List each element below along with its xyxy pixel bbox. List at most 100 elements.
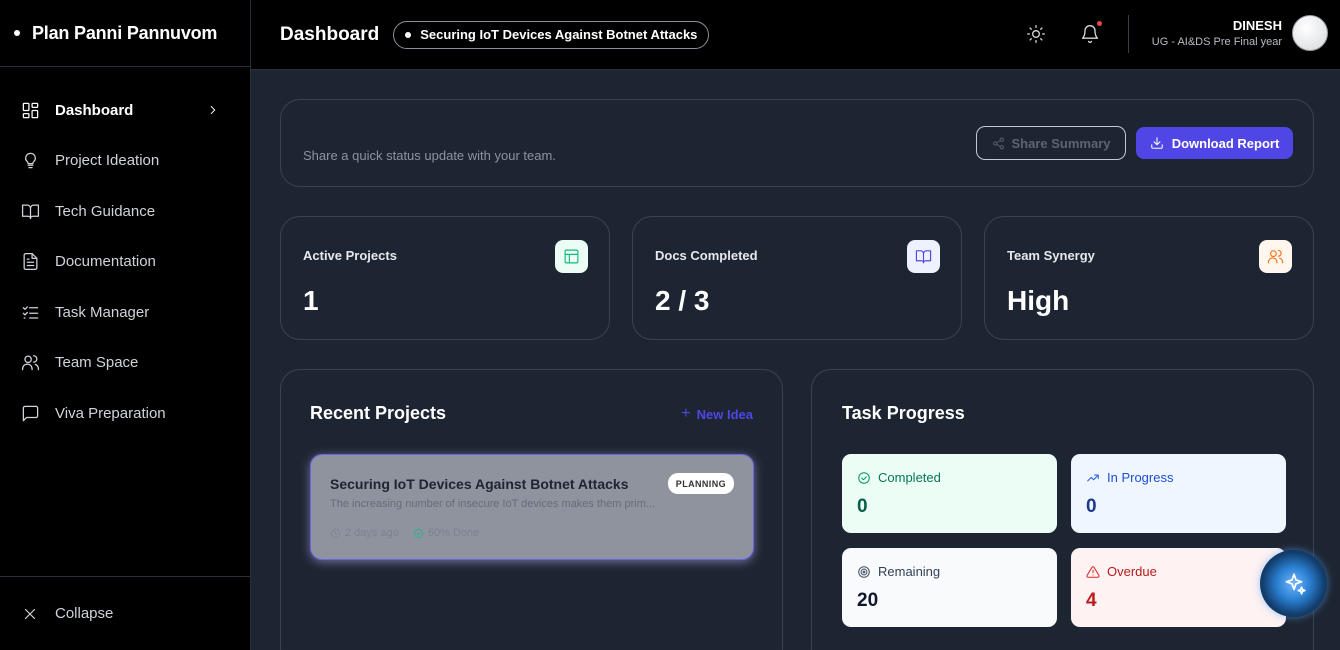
- project-card[interactable]: Securing IoT Devices Against Botnet Atta…: [310, 454, 754, 560]
- task-stat-value: 0: [1086, 496, 1097, 517]
- lightbulb-icon: [25, 152, 36, 169]
- sidebar: Plan Panni Pannuvom Dashboard Project Id…: [0, 0, 251, 650]
- users-icon: [21, 355, 40, 371]
- stat-icon-box: [555, 240, 588, 273]
- sidebar-item-label: Documentation: [55, 253, 156, 271]
- section-title: Task Progress: [842, 403, 965, 423]
- task-stat-value: 0: [857, 496, 868, 517]
- users-icon: [1267, 249, 1284, 264]
- task-stat-in-progress[interactable]: In Progress 0: [1071, 454, 1286, 533]
- download-icon: [1150, 137, 1163, 149]
- section-title: Recent Projects: [310, 403, 447, 423]
- check-circle-icon: [858, 471, 870, 484]
- collapse-label: Collapse: [55, 605, 114, 622]
- current-project-label: Securing IoT Devices Against Botnet Atta…: [420, 27, 698, 42]
- task-stat-text: In Progress: [1107, 470, 1174, 485]
- sidebar-item-task-manager[interactable]: Task Manager: [0, 287, 250, 338]
- task-stat-overdue[interactable]: Overdue 4: [1071, 548, 1286, 627]
- alert-triangle-icon: [1086, 565, 1100, 578]
- bell-icon[interactable]: [1080, 24, 1100, 44]
- sparkles-icon: [1285, 572, 1306, 595]
- stat-card-active-projects: Active Projects 1: [280, 216, 610, 340]
- stat-label: Active Projects: [303, 248, 397, 263]
- download-report-button[interactable]: Download Report: [1136, 127, 1293, 159]
- checklist-icon: [22, 306, 39, 319]
- user-info[interactable]: DINESH UG - AI&DS Pre Final year: [1152, 18, 1282, 48]
- new-idea-label: New Idea: [696, 406, 753, 422]
- clock-icon: [331, 528, 340, 538]
- share-summary-label: Share Summary: [1011, 135, 1111, 151]
- current-project-pill[interactable]: Securing IoT Devices Against Botnet Atta…: [393, 20, 710, 49]
- target-icon: [858, 565, 870, 578]
- ai-assistant-button[interactable]: [1260, 550, 1327, 617]
- status-update-card: Share a quick status update with your te…: [280, 99, 1314, 187]
- document-icon: [23, 253, 38, 271]
- task-stat-value: 20: [857, 590, 879, 611]
- project-progress: 60% Done: [413, 527, 479, 539]
- stat-card-team-synergy: Team Synergy High: [984, 216, 1314, 340]
- sun-icon[interactable]: [1026, 24, 1046, 44]
- header-divider: [1128, 15, 1129, 53]
- stat-value: 2 / 3: [655, 285, 710, 316]
- project-title: Securing IoT Devices Against Botnet Atta…: [330, 476, 629, 492]
- brand-name: Plan Panni Pannuvom: [32, 22, 218, 43]
- task-stat-text: Overdue: [1107, 564, 1157, 579]
- layout-icon: [564, 249, 579, 264]
- stat-label: Docs Completed: [655, 248, 758, 263]
- top-header: Dashboard Securing IoT Devices Against B…: [251, 0, 1340, 70]
- task-stat-value: 4: [1086, 590, 1097, 611]
- sidebar-item-label: Viva Preparation: [55, 404, 166, 422]
- sidebar-item-documentation[interactable]: Documentation: [0, 237, 250, 288]
- sidebar-item-team-space[interactable]: Team Space: [0, 338, 250, 389]
- sidebar-nav: Dashboard Project Ideation Tech Guidance…: [0, 67, 250, 439]
- sidebar-item-label: Task Manager: [55, 303, 150, 321]
- project-progress-label: 60% Done: [427, 527, 480, 539]
- sidebar-item-label: Dashboard: [55, 101, 134, 119]
- notification-dot: [1097, 21, 1102, 26]
- download-report-label: Download Report: [1171, 135, 1280, 151]
- stat-value: 1: [303, 285, 319, 316]
- share-icon: [992, 137, 1004, 149]
- user-name: DINESH: [1232, 18, 1282, 33]
- status-prompt: Share a quick status update with your te…: [303, 148, 556, 163]
- sidebar-item-viva-preparation[interactable]: Viva Preparation: [0, 388, 250, 439]
- project-meta: 2 days ago 60% Done: [330, 527, 479, 539]
- avatar[interactable]: [1292, 15, 1328, 51]
- collapse-button[interactable]: Collapse: [0, 576, 250, 650]
- task-progress-card: Task Progress Completed 0 In Progress 0 …: [811, 369, 1314, 650]
- sidebar-item-label: Tech Guidance: [55, 202, 156, 220]
- chevron-right-icon: [210, 106, 216, 115]
- message-square-icon: [22, 405, 39, 422]
- task-stat-text: Completed: [878, 470, 941, 485]
- sidebar-item-tech-guidance[interactable]: Tech Guidance: [0, 186, 250, 237]
- task-stat-remaining[interactable]: Remaining 20: [842, 548, 1057, 627]
- trending-up-icon: [1087, 474, 1099, 481]
- project-dot: [405, 31, 412, 38]
- task-stat-completed[interactable]: Completed 0: [842, 454, 1057, 533]
- book-open-icon: [21, 204, 40, 220]
- user-role: UG - AI&DS Pre Final year: [1151, 36, 1282, 48]
- page-title: Dashboard: [280, 23, 380, 45]
- stat-icon-box: [907, 240, 940, 273]
- task-stat-label: Completed: [857, 470, 941, 485]
- sidebar-item-dashboard[interactable]: Dashboard: [0, 85, 250, 136]
- task-stat-label: In Progress: [1086, 470, 1173, 485]
- recent-projects-card: Recent Projects + New Idea Securing IoT …: [280, 369, 783, 650]
- status-badge: PLANNING: [667, 473, 734, 494]
- stat-icon-box: [1259, 240, 1292, 273]
- task-stat-label: Remaining: [857, 564, 940, 579]
- progress-circle-icon: [413, 528, 423, 538]
- plus-icon: +: [681, 405, 691, 422]
- stat-card-docs-completed: Docs Completed 2 / 3: [632, 216, 962, 340]
- stat-value: High: [1007, 285, 1070, 316]
- brand[interactable]: Plan Panni Pannuvom: [0, 0, 250, 67]
- task-stat-text: Remaining: [878, 564, 941, 579]
- sidebar-item-project-ideation[interactable]: Project Ideation: [0, 136, 250, 187]
- close-icon: [24, 608, 36, 619]
- project-description: The increasing number of insecure IoT de…: [330, 498, 656, 510]
- task-stat-label: Overdue: [1086, 564, 1157, 579]
- brand-dot: [14, 30, 20, 36]
- share-summary-button[interactable]: Share Summary: [976, 126, 1126, 160]
- sidebar-item-label: Project Ideation: [55, 152, 160, 170]
- new-idea-button[interactable]: + New Idea: [681, 405, 753, 423]
